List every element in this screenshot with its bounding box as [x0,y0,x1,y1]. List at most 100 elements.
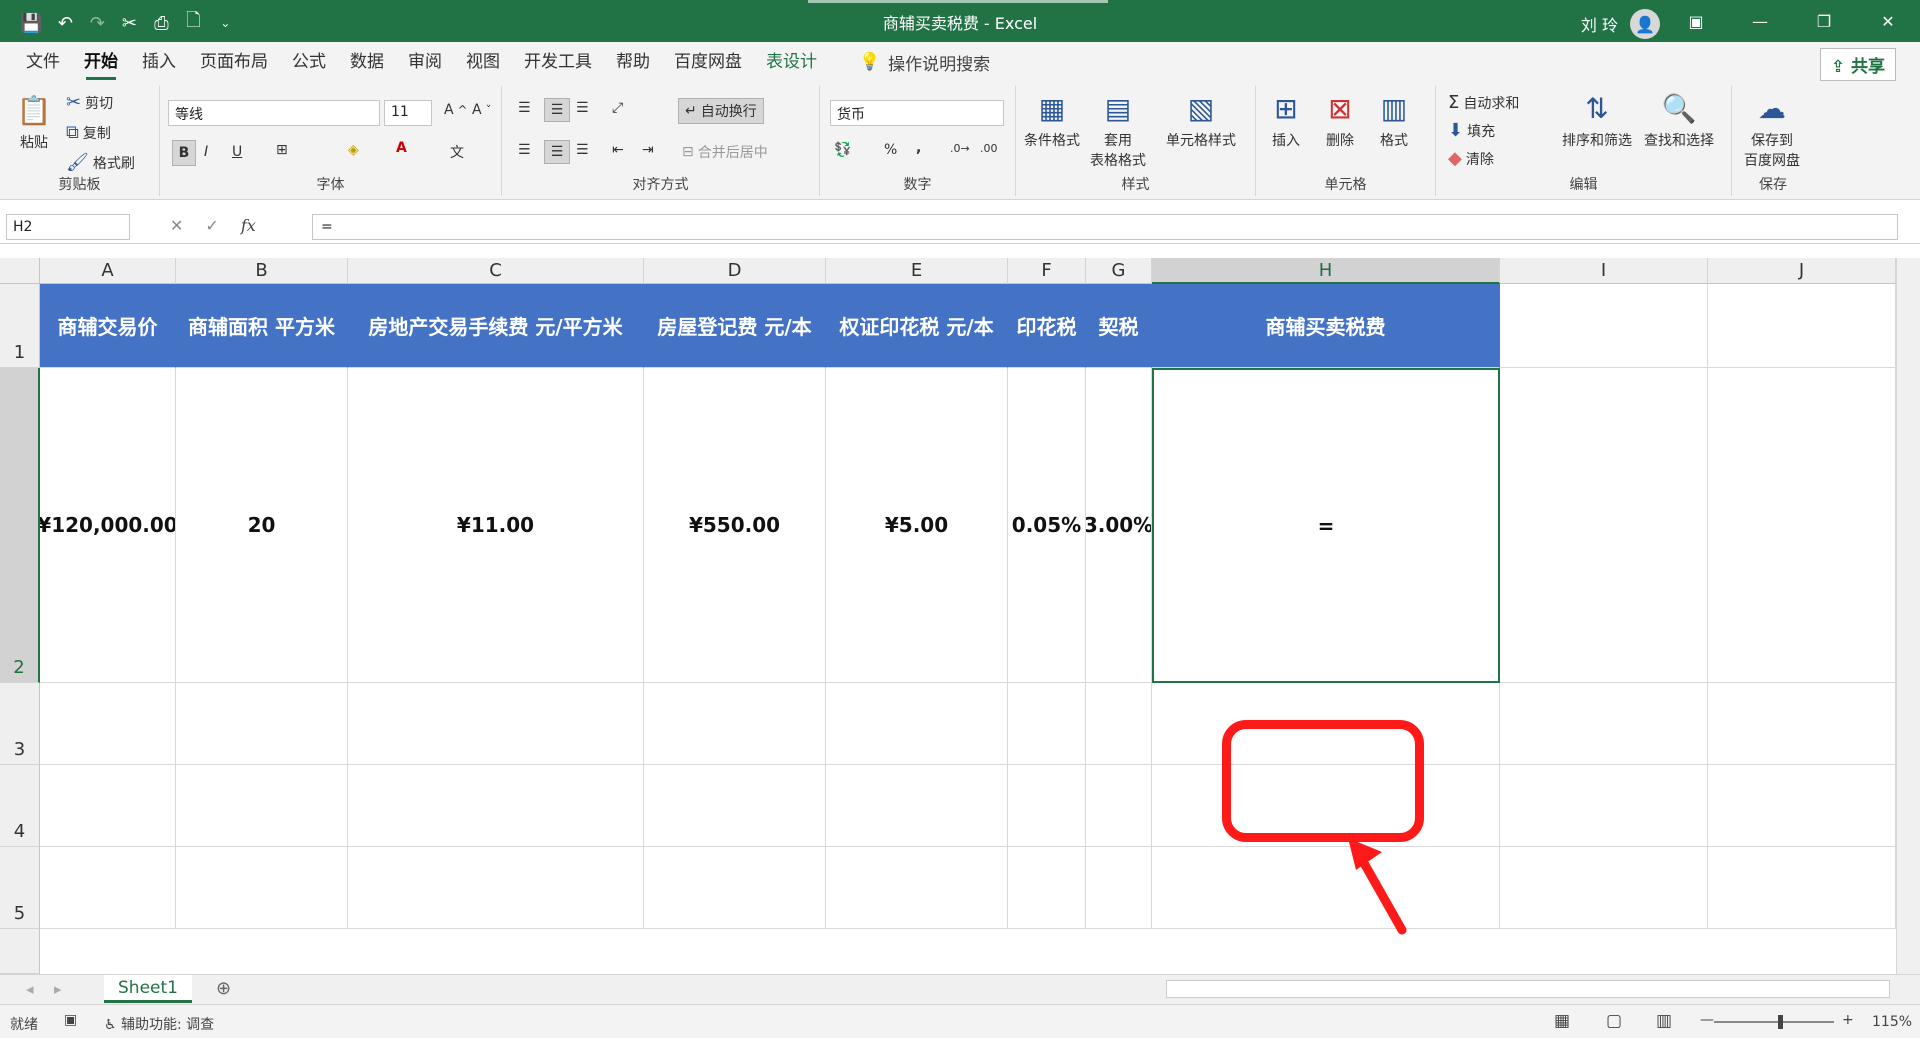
empty-cell[interactable] [176,847,348,929]
empty-cell[interactable] [1008,765,1086,847]
data-cell[interactable]: 3.00% [1086,368,1152,683]
column-header-d[interactable]: D [644,258,826,284]
header-cell[interactable]: 房地产交易手续费 元/平方米 [348,284,644,368]
empty-cell[interactable] [644,765,826,847]
increase-decimal-icon[interactable]: .0→ [950,142,970,155]
grow-font-icon[interactable]: A ^ [444,102,467,118]
tab-insert[interactable]: 插入 [130,42,188,82]
empty-cell[interactable] [348,683,644,765]
number-format-select[interactable]: 货币 [830,100,1004,126]
column-header-g[interactable]: G [1086,258,1152,284]
name-box[interactable]: H2 [6,214,130,240]
select-all-corner[interactable] [0,258,40,284]
align-middle-icon[interactable]: ☰ [544,98,570,122]
prev-sheet-icon[interactable]: ◂ [26,980,34,998]
fill-button[interactable]: ⬇ 填充 [1448,120,1495,141]
paste-button[interactable]: 📋 粘贴 [14,92,54,152]
align-bottom-icon[interactable]: ☰ [576,100,589,116]
zoom-level[interactable]: 115% [1872,1014,1912,1030]
row-header-2[interactable]: 2 [0,368,40,683]
header-cell[interactable]: 房屋登记费 元/本 [644,284,826,368]
zoom-slider[interactable] [1714,1015,1834,1029]
autosum-button[interactable]: Σ 自动求和 [1448,92,1519,113]
ribbon-display-icon[interactable]: ▣ [1664,0,1728,42]
font-color-icon[interactable]: A [396,140,407,156]
tab-file[interactable]: 文件 [14,42,72,82]
tab-data[interactable]: 数据 [338,42,396,82]
column-header-b[interactable]: B [176,258,348,284]
page-layout-view-icon[interactable]: ▢ [1606,1011,1622,1031]
cancel-icon[interactable]: ✕ [170,216,183,235]
copy-button[interactable]: ⧉ 复制 [66,122,111,143]
tab-formulas[interactable]: 公式 [280,42,338,82]
empty-cell[interactable] [40,683,176,765]
tab-home[interactable]: 开始 [72,42,130,82]
data-cell[interactable]: ¥120,000.00 [40,368,176,683]
orientation-icon[interactable]: ⤢ [612,100,623,116]
empty-cell[interactable] [1008,683,1086,765]
comma-icon[interactable]: , [916,140,921,156]
empty-cell[interactable] [348,765,644,847]
delete-cells-button[interactable]: ⊠ 删除 [1320,90,1360,150]
row-header-6[interactable] [0,929,40,974]
row-header-5[interactable]: 5 [0,847,40,929]
underline-button[interactable]: U [232,144,242,160]
empty-cell[interactable] [1708,765,1896,847]
data-cell[interactable]: ¥5.00 [826,368,1008,683]
sort-filter-button[interactable]: ⇅ 排序和筛选 [1562,90,1632,150]
empty-cell[interactable] [1086,683,1152,765]
font-size-select[interactable]: 11 [384,100,432,126]
avatar[interactable]: 👤 [1630,9,1660,39]
column-header-e[interactable]: E [826,258,1008,284]
empty-cell[interactable] [1500,284,1708,368]
insert-cells-button[interactable]: ⊞ 插入 [1266,90,1306,150]
percent-icon[interactable]: % [884,142,897,158]
italic-button[interactable]: I [204,144,208,160]
empty-cell[interactable] [40,847,176,929]
format-as-table-button[interactable]: ▤ 套用 表格格式 [1090,90,1146,170]
active-cell-h2[interactable]: = [1152,368,1500,683]
insert-function-icon[interactable]: fx [241,216,256,235]
empty-cell[interactable] [176,765,348,847]
share-button[interactable]: ⇪ 共享 [1819,48,1896,81]
format-painter-button[interactable]: 🖌 格式刷 [66,152,135,173]
zoom-out-icon[interactable]: — [1700,1012,1714,1028]
align-left-icon[interactable]: ☰ [518,142,531,158]
zoom-in-icon[interactable]: + [1842,1012,1854,1028]
enter-icon[interactable]: ✓ [205,216,218,235]
close-icon[interactable]: ✕ [1856,0,1920,42]
next-sheet-icon[interactable]: ▸ [54,980,62,998]
data-cell[interactable]: 0.05% [1008,368,1086,683]
tab-view[interactable]: 视图 [454,42,512,82]
user-area[interactable]: 刘 玲 👤 [1581,9,1660,39]
accessibility-status[interactable]: ♿ 辅助功能: 调查 [104,1014,214,1034]
align-top-icon[interactable]: ☰ [518,100,531,116]
empty-cell[interactable] [1708,368,1896,683]
empty-cell[interactable] [1008,847,1086,929]
header-cell[interactable]: 契税 [1086,284,1152,368]
accounting-icon[interactable]: 💱 [834,142,851,158]
empty-cell[interactable] [1086,847,1152,929]
save-to-baidu-button[interactable]: ☁ 保存到 百度网盘 [1744,90,1800,170]
horizontal-scrollbar[interactable] [1166,980,1890,998]
column-header-f[interactable]: F [1008,258,1086,284]
formula-input[interactable]: = [312,214,1898,240]
minimize-icon[interactable]: — [1728,0,1792,42]
format-cells-button[interactable]: ▥ 格式 [1374,90,1414,150]
empty-cell[interactable] [1500,765,1708,847]
empty-cell[interactable] [40,765,176,847]
column-header-h[interactable]: H [1152,258,1500,284]
column-header-j[interactable]: J [1708,258,1896,284]
increase-indent-icon[interactable]: ⇥ [642,142,654,158]
header-cell[interactable]: 商辅面积 平方米 [176,284,348,368]
row-header-1[interactable]: 1 [0,284,40,368]
find-select-button[interactable]: 🔍 查找和选择 [1644,90,1714,150]
empty-cell[interactable] [644,683,826,765]
empty-cell[interactable] [1500,683,1708,765]
empty-cell[interactable] [1086,765,1152,847]
empty-cell[interactable] [644,847,826,929]
column-header-a[interactable]: A [40,258,176,284]
empty-cell[interactable] [1708,683,1896,765]
tab-table-design[interactable]: 表设计 [754,42,829,82]
row-header-3[interactable]: 3 [0,683,40,765]
